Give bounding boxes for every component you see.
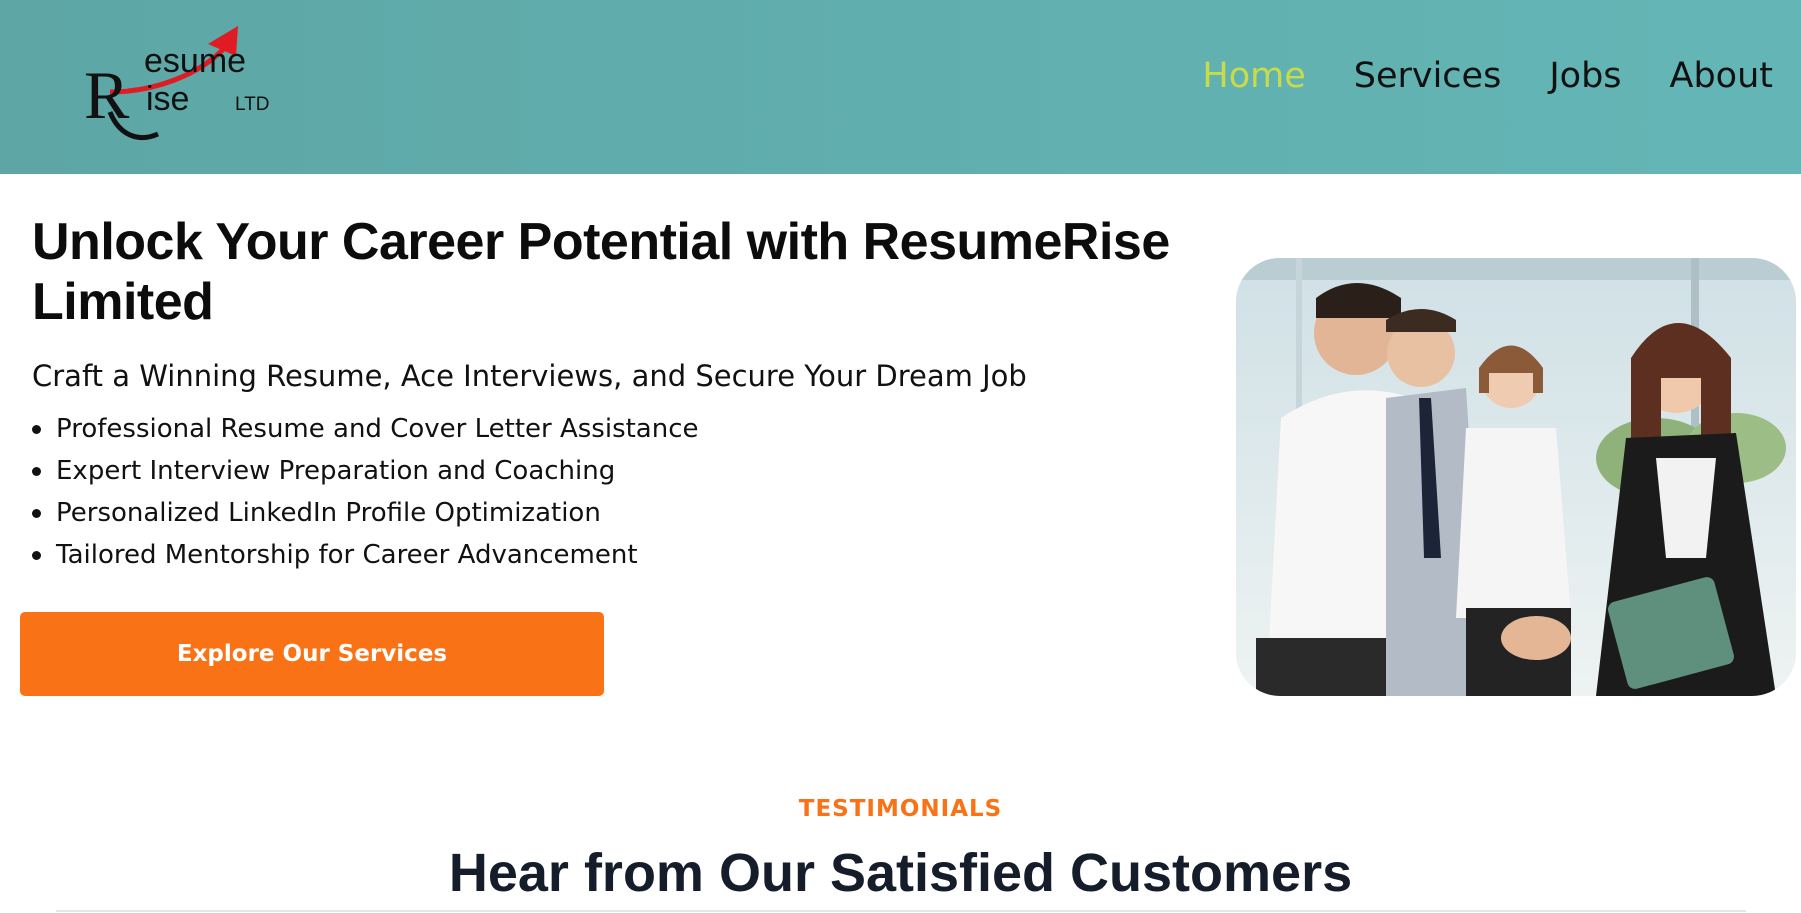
hero-subtitle: Craft a Winning Resume, Ace Interviews, …	[32, 359, 1027, 393]
site-header: R esume ise LTD Home Services Jobs About	[0, 0, 1801, 174]
explore-services-button[interactable]: Explore Our Services	[20, 612, 604, 696]
feature-item: Expert Interview Preparation and Coachin…	[32, 450, 699, 492]
logo-graphic: R esume ise LTD	[84, 26, 269, 140]
logo-word-bottom: ise	[146, 80, 189, 118]
nav-home[interactable]: Home	[1202, 56, 1305, 96]
resumerise-logo[interactable]: R esume ise LTD	[80, 22, 300, 147]
main-nav: Home Services Jobs About	[1202, 56, 1773, 96]
hero-image	[1236, 258, 1796, 696]
logo-word-top: esume	[144, 42, 246, 80]
testimonials-title: Hear from Our Satisfied Customers	[448, 843, 1353, 903]
feature-item: Professional Resume and Cover Letter Ass…	[32, 408, 699, 450]
nav-services[interactable]: Services	[1354, 56, 1502, 96]
feature-list: Professional Resume and Cover Letter Ass…	[32, 408, 699, 576]
feature-item: Tailored Mentorship for Career Advanceme…	[32, 534, 699, 576]
hero-title: Unlock Your Career Potential with Resume…	[32, 213, 1170, 331]
logo-r: R	[84, 57, 130, 133]
section-divider	[56, 910, 1746, 912]
feature-item: Personalized LinkedIn Profile Optimizati…	[32, 492, 699, 534]
nav-jobs[interactable]: Jobs	[1549, 56, 1621, 96]
business-handshake-photo-icon	[1236, 258, 1796, 696]
logo-suffix: LTD	[235, 94, 269, 115]
testimonials-label: TESTIMONIALS	[798, 796, 1003, 822]
nav-about[interactable]: About	[1670, 56, 1773, 96]
